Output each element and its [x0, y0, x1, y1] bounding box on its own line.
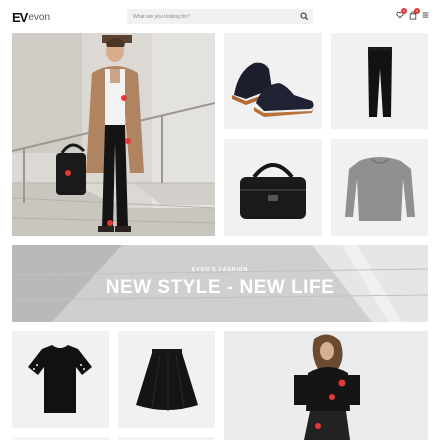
site-header: EV evon 0 0 — [0, 0, 440, 32]
header-actions: 0 0 — [396, 8, 430, 20]
woman-illustration — [224, 331, 428, 440]
pants-image — [331, 33, 428, 129]
search-icon[interactable] — [300, 12, 309, 21]
shoes-image — [224, 33, 322, 129]
banner-subtitle: EVON'S FASHION — [191, 267, 249, 273]
product-tile-shoes[interactable] — [224, 33, 322, 129]
cart-icon[interactable]: 0 — [409, 8, 420, 20]
product-tile-tshirt[interactable] — [12, 331, 109, 428]
wishlist-icon[interactable]: 0 — [396, 8, 407, 20]
product-tile-sweater[interactable] — [331, 139, 428, 236]
cart-count-badge: 0 — [414, 8, 420, 14]
skirt-image — [118, 331, 215, 428]
bag-image — [224, 139, 322, 236]
promo-image-woman[interactable] — [224, 331, 428, 440]
hero-image-man-coat[interactable] — [12, 33, 215, 236]
product-tile-bag[interactable] — [224, 139, 322, 236]
product-tile-skirt[interactable] — [118, 331, 215, 428]
search-input[interactable] — [127, 9, 297, 24]
promo-banner[interactable]: EVON'S FASHION NEW STYLE - NEW LIFE — [12, 245, 428, 322]
wishlist-count-badge: 0 — [401, 8, 407, 14]
logo[interactable]: EV evon — [12, 9, 51, 25]
logo-text: evon — [28, 11, 51, 23]
product-tile-pants[interactable] — [331, 33, 428, 129]
menu-icon[interactable] — [422, 11, 430, 20]
tshirt-image — [12, 331, 109, 428]
banner-title: NEW STYLE - NEW LIFE — [105, 277, 335, 298]
hero-illustration — [12, 33, 215, 236]
logo-mark: EV — [12, 9, 28, 25]
sweater-image — [331, 139, 428, 236]
search-bar — [127, 9, 313, 24]
